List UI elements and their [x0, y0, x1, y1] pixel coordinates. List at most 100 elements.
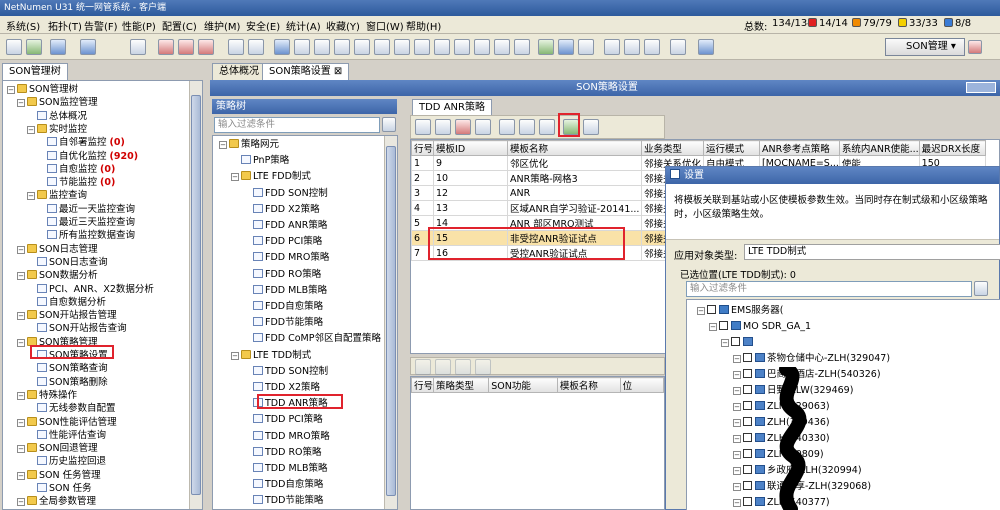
toolbar-refresh-icon[interactable] [26, 39, 42, 55]
anr-import-icon[interactable] [499, 119, 515, 135]
expand-toggle-icon[interactable]: − [733, 435, 741, 443]
left-tree-item[interactable]: 自邻署监控 (0) [37, 136, 125, 149]
toolbar-tool-icon[interactable] [374, 39, 390, 55]
menu-window[interactable]: 窗口(W) [366, 18, 404, 33]
tab-son-policy-setting[interactable]: SON策略设置 ⊠ [262, 63, 350, 80]
anr-column-header[interactable]: 运行模式 [703, 140, 761, 156]
anr-column-header[interactable]: 模板ID [433, 140, 509, 156]
toolbar-back-icon[interactable] [50, 39, 66, 55]
expand-toggle-icon[interactable]: − [733, 355, 741, 363]
sub-delete-icon[interactable] [455, 359, 471, 375]
expand-toggle-icon[interactable]: − [733, 387, 741, 395]
expand-toggle-icon[interactable]: − [697, 307, 705, 315]
left-tree-item[interactable]: 无线参数自配置 [27, 402, 116, 415]
menu-config[interactable]: 配置(C) [162, 18, 197, 33]
policy-tree-item[interactable]: TDD MLB策略 [243, 462, 327, 475]
dialog-tree-item[interactable]: − MO SDR_GA_1 [709, 320, 811, 333]
tree-checkbox[interactable] [743, 497, 752, 506]
toolbar-tool4-icon[interactable] [434, 39, 450, 55]
left-tree-tab[interactable]: SON管理树 [2, 63, 68, 80]
policy-tree-scrollbar[interactable] [384, 136, 397, 509]
anr-delete-icon[interactable] [455, 119, 471, 135]
toolbar-chart2-icon[interactable] [314, 39, 330, 55]
anr-column-header[interactable]: 最迟DRX长度 [918, 140, 986, 156]
tree-checkbox[interactable] [743, 433, 752, 442]
sub-add-icon[interactable] [415, 359, 431, 375]
policy-filter-search-icon[interactable] [382, 117, 396, 132]
left-tree-item[interactable]: SON策略查询 [27, 362, 108, 375]
left-tree-item[interactable]: − SON回退管理 [17, 442, 98, 455]
left-tree-item[interactable]: − SON开站报告管理 [17, 309, 117, 322]
association-column-header[interactable]: 行号 [411, 377, 435, 393]
toolbar-forward-icon[interactable] [80, 39, 96, 55]
left-tree-item[interactable]: − SON数据分析 [17, 269, 98, 282]
policy-tree-item[interactable]: TDD节能策略 [243, 494, 323, 507]
expand-toggle-icon[interactable]: − [709, 323, 717, 331]
anr-edit-icon[interactable] [435, 119, 451, 135]
toolbar-chart-icon[interactable] [294, 39, 310, 55]
anr-column-header[interactable]: 系统内ANR使能... [838, 140, 920, 156]
left-tree-item[interactable]: 最近三天监控查询 [37, 216, 135, 229]
anr-refresh-icon[interactable] [539, 119, 555, 135]
sub-refresh-icon[interactable] [475, 359, 491, 375]
toolbar-alarm-icon[interactable] [158, 39, 174, 55]
anr-export-icon[interactable] [519, 119, 535, 135]
menu-help[interactable]: 帮助(H) [406, 18, 441, 33]
toolbar-config2-icon[interactable] [624, 39, 640, 55]
son-manage-dropdown[interactable]: SON管理 ▾ [885, 38, 965, 56]
status-warning[interactable]: 8/8 [944, 18, 971, 29]
toolbar-tool3-icon[interactable] [414, 39, 430, 55]
toolbar-export-icon[interactable] [538, 39, 554, 55]
expand-toggle-icon[interactable]: − [27, 125, 35, 134]
window-controls-icon[interactable] [966, 82, 996, 93]
toolbar-report2-icon[interactable] [354, 39, 370, 55]
toolbar-network-icon[interactable] [558, 39, 574, 55]
dialog-tree-item[interactable]: − [721, 336, 755, 349]
left-tree-item[interactable]: 总体概况 [27, 110, 87, 123]
dialog-tree-item[interactable]: − EMS服务器( [697, 304, 783, 317]
toolbar-map-icon[interactable] [578, 39, 594, 55]
expand-toggle-icon[interactable]: − [27, 192, 35, 201]
menu-maintain[interactable]: 维护(M) [204, 18, 240, 33]
tree-checkbox[interactable] [743, 385, 752, 394]
policy-tree-item[interactable]: FDD ANR策略 [243, 219, 327, 232]
anr-column-header[interactable]: 行号 [411, 140, 435, 156]
left-tree-item[interactable]: − SON管理树 [7, 83, 78, 96]
left-tree-item[interactable]: − SON性能评估管理 [17, 416, 117, 429]
toolbar-tool2-icon[interactable] [394, 39, 410, 55]
left-tree-item[interactable]: 自愈监控 (0) [37, 163, 115, 176]
left-tree-item[interactable]: − SON日志管理 [17, 243, 98, 256]
left-tree-item[interactable]: − 特殊操作 [17, 389, 77, 402]
left-tree-item[interactable]: 最近一天监控查询 [37, 203, 135, 216]
toolbar-help-icon[interactable] [698, 39, 714, 55]
left-tree-item[interactable]: 性能评估查询 [27, 429, 106, 442]
expand-toggle-icon[interactable]: − [7, 86, 15, 94]
menu-topology[interactable]: 拓扑(T) [48, 18, 82, 33]
toolbar-topology-icon[interactable] [6, 39, 22, 55]
menu-system[interactable]: 系统(S) [6, 18, 40, 33]
policy-tree-item[interactable]: FDD RO策略 [243, 268, 321, 281]
tree-checkbox[interactable] [743, 481, 752, 490]
left-tree-item[interactable]: − 全局参数管理 [17, 495, 96, 508]
left-tree-item[interactable]: SON策略删除 [27, 376, 108, 389]
expand-toggle-icon[interactable]: − [733, 467, 741, 475]
anr-copy-icon[interactable] [475, 119, 491, 135]
policy-tree-item[interactable]: FDD X2策略 [243, 203, 320, 216]
tree-checkbox[interactable] [743, 369, 752, 378]
policy-tree-item[interactable]: FDD PCI策略 [243, 235, 322, 248]
policy-tree-item[interactable]: FDD MLB策略 [243, 284, 327, 297]
expand-toggle-icon[interactable]: − [17, 312, 25, 321]
toolbar-list-icon[interactable] [248, 39, 264, 55]
expand-toggle-icon[interactable]: − [17, 445, 25, 454]
status-major[interactable]: 79/79 [852, 18, 892, 29]
expand-toggle-icon[interactable]: − [17, 498, 25, 507]
toolbar-window-icon[interactable] [228, 39, 244, 55]
policy-tree-item[interactable]: TDD MRO策略 [243, 430, 330, 443]
toolbar-globe-icon[interactable] [130, 39, 146, 55]
dialog-filter-input[interactable]: 输入过滤条件 [686, 281, 972, 297]
left-tree-item[interactable]: 自愈数据分析 [27, 296, 106, 309]
policy-tree-item[interactable]: FDD SON控制 [243, 187, 328, 200]
sub-edit-icon[interactable] [435, 359, 451, 375]
anr-query-icon[interactable] [583, 119, 599, 135]
tree-checkbox[interactable] [743, 401, 752, 410]
